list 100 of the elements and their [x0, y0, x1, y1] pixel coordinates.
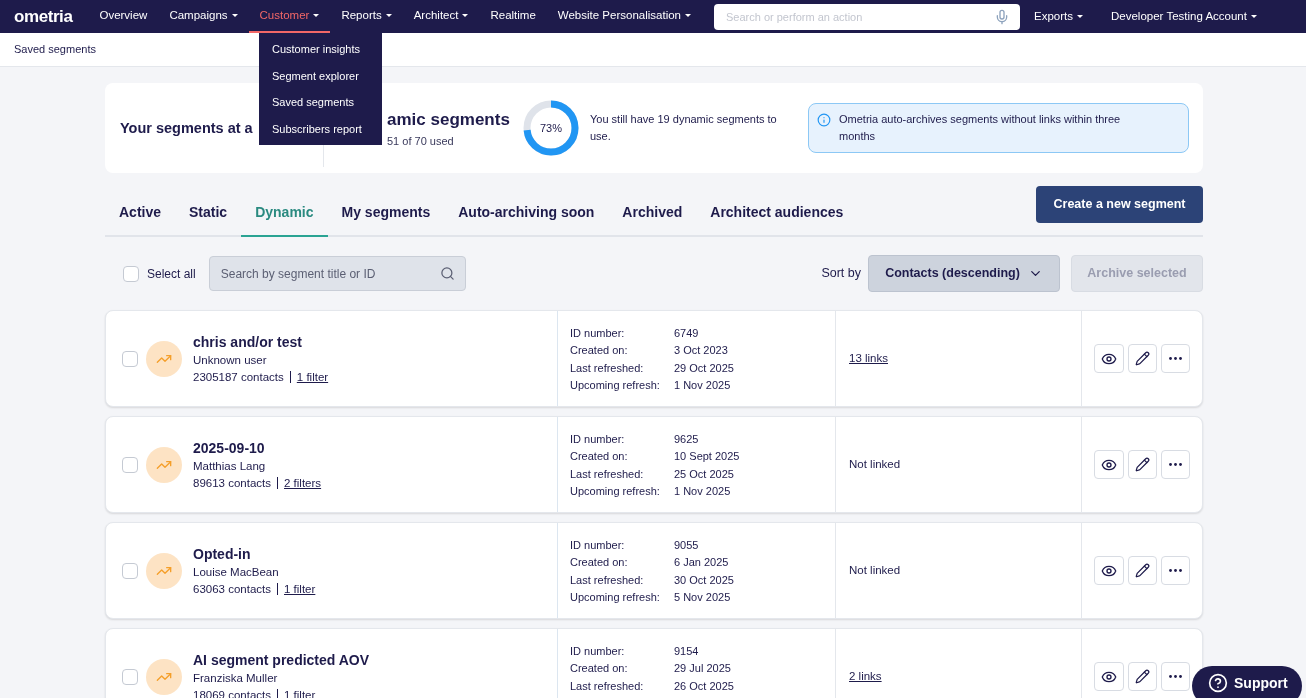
detail-label: Last refreshed: [570, 678, 645, 694]
detail-value: 30 Oct 2025 [674, 572, 734, 588]
nav-item[interactable]: Exports [1020, 7, 1097, 26]
detail-label: Upcoming refresh: [570, 377, 661, 393]
microphone-icon[interactable] [994, 8, 1010, 25]
detail-value: 26 Oct 2025 [674, 678, 734, 694]
nav-item[interactable]: Overview [88, 0, 159, 33]
ellipsis-icon [1169, 463, 1182, 466]
edit-button[interactable] [1128, 556, 1157, 585]
help-icon [1208, 673, 1228, 693]
contact-count: 18069 contacts [193, 687, 271, 698]
detail-value: 25 Oct 2025 [674, 466, 734, 482]
view-button[interactable] [1094, 556, 1124, 585]
ellipsis-icon [1169, 675, 1182, 678]
checkbox[interactable] [122, 668, 138, 685]
edit-button[interactable] [1128, 662, 1157, 691]
contact-count: 2305187 contacts [193, 369, 284, 385]
detail-value: 5 Nov 2025 [674, 589, 731, 605]
links-link[interactable]: 2 links [849, 667, 882, 686]
percent-label: 73% [539, 120, 563, 136]
segment-owner: Matthias Lang [193, 458, 267, 474]
detail-label: Last refreshed: [570, 360, 645, 376]
detail-value: 3 Oct 2023 [674, 343, 728, 359]
detail-label: Created on: [570, 343, 629, 359]
tab[interactable]: Architect audiences [696, 189, 858, 237]
nav-item[interactable]: Reports [330, 0, 403, 33]
nav-item[interactable]: Architect [402, 0, 480, 33]
menu-item[interactable]: Subscribers report [259, 115, 382, 142]
tab[interactable]: Dynamic [241, 189, 328, 237]
menu-item[interactable]: Customer insights [259, 36, 382, 63]
search-field[interactable]: Search or perform an action [714, 3, 1020, 30]
search-icon [439, 266, 455, 281]
segment-title[interactable]: AI segment predicted AOV [193, 649, 370, 670]
menu-item[interactable]: Segment explorer [259, 62, 382, 89]
detail-label: ID number: [570, 432, 626, 447]
page-title: Saved segments [14, 42, 96, 58]
detail-value: 1 Nov 2025 [674, 483, 731, 499]
detail-label: Last refreshed: [570, 466, 645, 482]
checkbox[interactable] [122, 350, 138, 367]
edit-button[interactable] [1128, 344, 1157, 373]
info-icon [817, 113, 831, 127]
contact-count: 89613 contacts [193, 475, 271, 491]
info-text: Ometria auto-archives segments without links within three months [839, 112, 1122, 144]
trending-up-icon [146, 552, 182, 589]
menu-item[interactable]: Saved segments [259, 89, 382, 116]
ellipsis-icon [1169, 357, 1182, 360]
detail-label: Upcoming refresh: [570, 589, 661, 605]
segment-owner: Franziska Muller [193, 670, 279, 686]
segment-title[interactable]: 2025-09-10 [193, 437, 322, 458]
sort-dropdown[interactable]: Contacts (descending) [868, 255, 1060, 292]
detail-value: 9055 [674, 538, 699, 553]
summary-heading: Your segments at a [120, 120, 253, 136]
pencil-icon [1135, 669, 1150, 684]
trending-up-icon [146, 340, 182, 377]
support-button[interactable]: Support [1192, 666, 1302, 698]
checkbox[interactable] [123, 265, 139, 282]
detail-value: 6 Jan 2025 [674, 555, 729, 571]
detail-value: 10 Sept 2025 [674, 449, 740, 465]
contact-count: 63063 contacts [193, 581, 271, 597]
filter-link[interactable]: 2 filters [284, 474, 322, 492]
nav-item[interactable]: Website Personalisation [546, 0, 702, 33]
detail-label: Created on: [570, 449, 629, 465]
checkbox[interactable] [122, 456, 138, 473]
detail-label: Created on: [570, 555, 629, 571]
tab[interactable]: Archived [608, 189, 697, 237]
detail-value: 1 Nov 2025 [674, 377, 731, 393]
nav-item[interactable]: Realtime [479, 0, 547, 33]
edit-button[interactable] [1128, 450, 1157, 479]
tab[interactable]: Static [175, 189, 242, 237]
select-all-label: Select all [147, 265, 196, 283]
checkbox[interactable] [122, 562, 138, 579]
segment-owner: Unknown user [193, 352, 268, 368]
detail-label: Upcoming refresh: [570, 483, 661, 499]
segment-title[interactable]: Opted-in [193, 543, 316, 564]
tab[interactable]: Auto-archiving soon [444, 189, 609, 237]
usage-text: 51 of 70 used [387, 133, 455, 149]
sort-label: Sort by [821, 265, 861, 283]
segment-title[interactable]: chris and/or test [193, 331, 329, 352]
segment-search-field[interactable]: Search by segment title or ID [208, 256, 466, 291]
detail-value: 9625 [674, 432, 699, 447]
nav-item[interactable]: Developer Testing Account [1097, 7, 1271, 26]
view-button[interactable] [1094, 662, 1124, 691]
detail-value: 9154 [674, 644, 699, 659]
logo[interactable]: ometria [14, 3, 73, 30]
create-segment-button[interactable]: Create a new segment [1036, 186, 1203, 223]
view-button[interactable] [1094, 344, 1124, 373]
detail-label: ID number: [570, 326, 626, 341]
detail-label: Last refreshed: [570, 572, 645, 588]
filter-link[interactable]: 1 filter [284, 686, 316, 698]
trending-up-icon [146, 658, 182, 695]
tab[interactable]: My segments [327, 189, 445, 237]
detail-value: 29 Oct 2025 [674, 360, 734, 376]
nav-item[interactable]: Campaigns [158, 0, 249, 33]
view-button[interactable] [1094, 450, 1124, 479]
filter-link[interactable]: 1 filter [284, 580, 316, 598]
ellipsis-icon [1169, 569, 1182, 572]
filter-link[interactable]: 1 filter [296, 368, 329, 386]
links-link[interactable]: 13 links [849, 349, 888, 368]
tab[interactable]: Active [105, 189, 176, 237]
links-status: Not linked [849, 456, 901, 472]
